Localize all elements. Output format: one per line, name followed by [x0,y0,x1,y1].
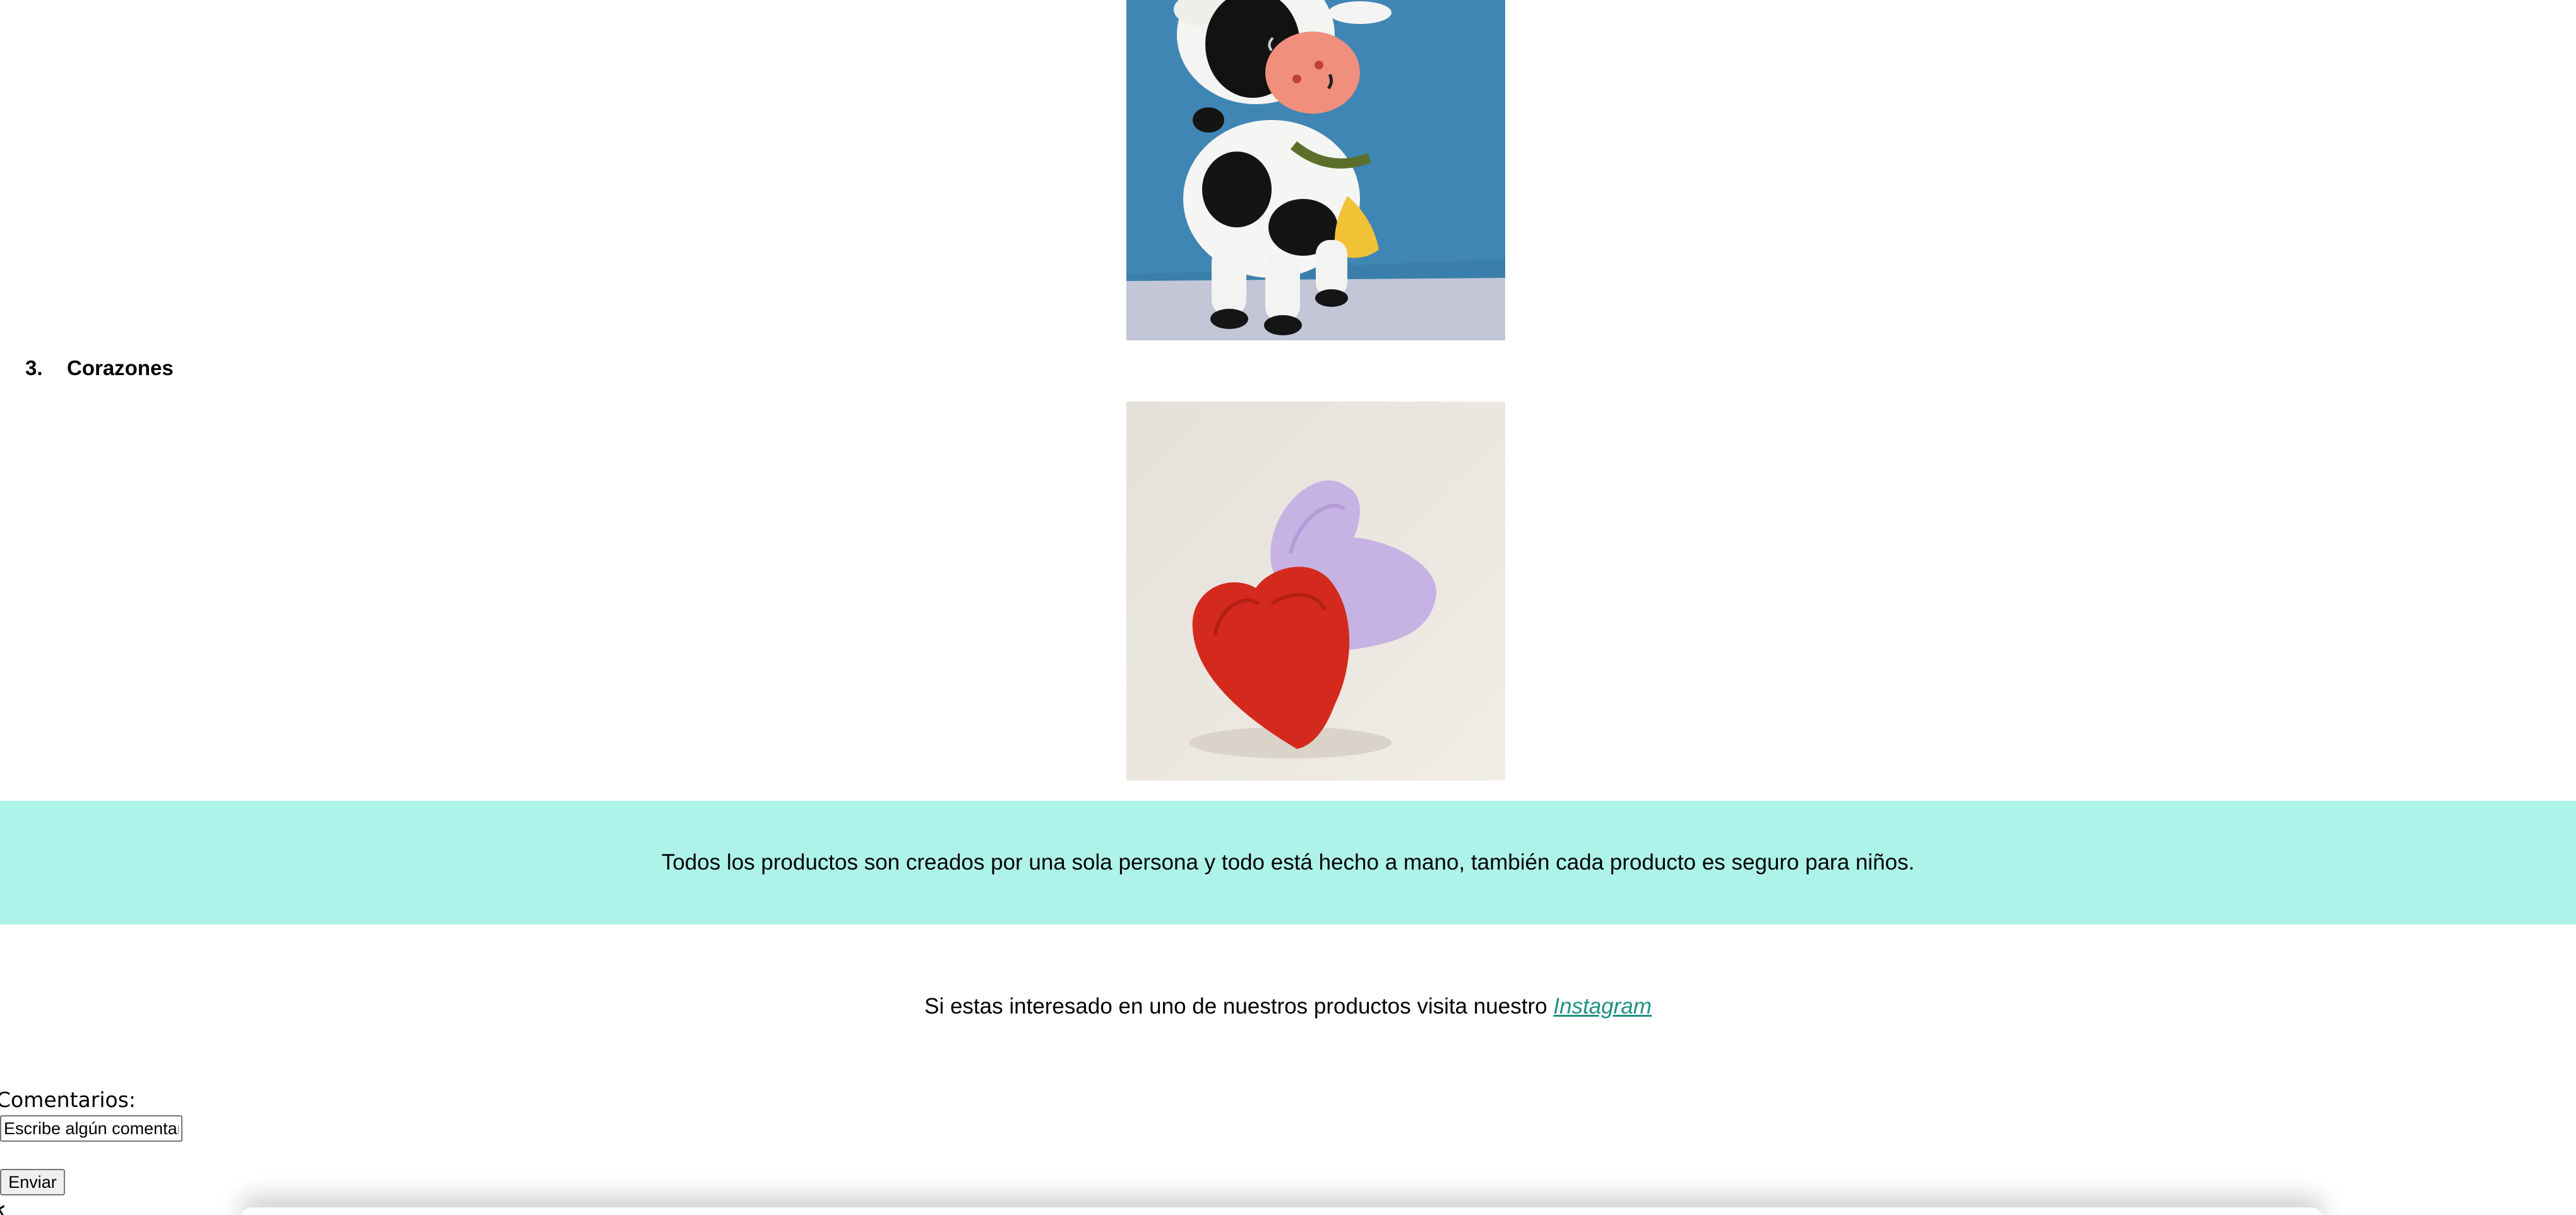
hearts-amigurumi-image [1126,402,1505,781]
instagram-link[interactable]: Instagram [1553,994,1652,1019]
page: 3. Corazones Todos los productos son cre… [0,0,2576,1215]
cow-amigurumi-image [1126,0,1505,340]
hearts-amigurumi-illustration [1126,402,1505,781]
cow-amigurumi-illustration [1126,0,1505,340]
cursor-corner [0,1205,9,1215]
submit-button[interactable]: Enviar [0,1169,65,1195]
instagram-invite: Si estas interesado en uno de nuestros p… [0,994,2576,1019]
comment-input[interactable] [0,1115,182,1142]
product-list-item: 3. Corazones [25,356,174,380]
instagram-invite-text: Si estas interesado en uno de nuestros p… [924,994,1554,1019]
bottom-popup-edge [240,1207,2323,1215]
info-banner: Todos los productos son creados por una … [0,801,2576,925]
product-title: Corazones [67,356,174,380]
comments-label: Comentarios: [0,1087,136,1112]
list-item-number: 3. [25,356,43,380]
info-banner-text: Todos los productos son creados por una … [661,850,1915,875]
